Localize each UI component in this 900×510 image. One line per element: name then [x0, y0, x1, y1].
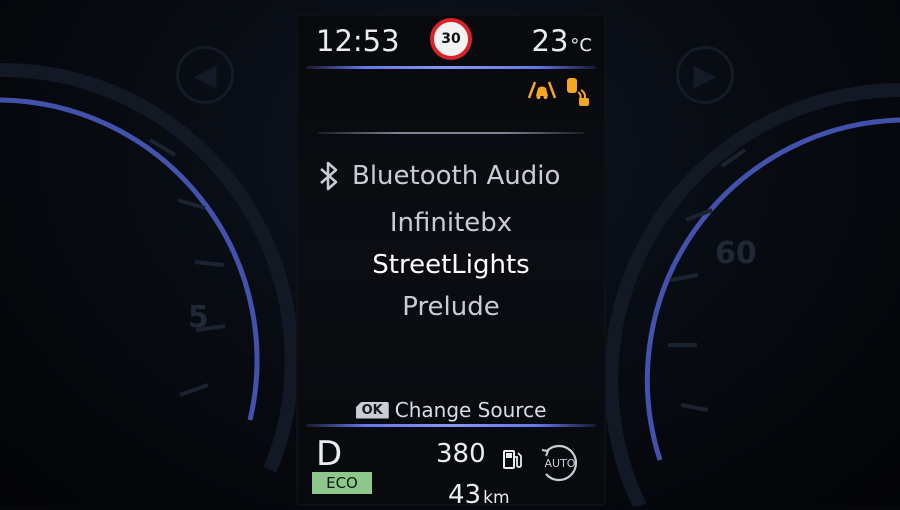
track-next: Prelude	[402, 292, 500, 322]
range-value: 380	[436, 439, 486, 469]
auto-hold-icon: AUTO	[541, 444, 577, 482]
temperature-unit: °C	[570, 35, 592, 56]
change-source-hint[interactable]: OK Change Source	[296, 398, 606, 422]
bluetooth-icon	[320, 161, 338, 191]
distance-unit: km	[483, 488, 510, 508]
auto-label: AUTO	[545, 457, 576, 470]
track-previous: Infinitebx	[389, 208, 513, 238]
status-bar: 12:53 30 23 °C	[296, 14, 606, 72]
right-arrow-icon: ▶	[676, 46, 734, 104]
speed-limit-sign: 30	[430, 18, 472, 60]
temperature-value: 23	[531, 24, 569, 58]
lane-departure-warning-icon	[527, 81, 557, 99]
eco-mode-badge: ECO	[312, 472, 372, 494]
track-current: StreetLights	[372, 250, 530, 280]
ok-button-badge[interactable]: OK	[355, 401, 389, 419]
outside-temperature: 23 °C	[532, 24, 592, 58]
left-gauge-number: 5	[188, 300, 209, 335]
bottom-divider	[306, 424, 596, 427]
audio-source-label: Bluetooth Audio	[352, 161, 561, 191]
change-source-label: Change Source	[394, 398, 547, 422]
fuel-pump-icon	[503, 450, 522, 469]
cluster-display: 12:53 30 23 °C Bluetooth Audio Infiniteb…	[296, 14, 606, 510]
right-gauge-number: 60	[715, 236, 757, 271]
driver-assist-icons	[526, 76, 592, 108]
blind-spot-warning-icon	[567, 78, 589, 106]
audio-source-header: Bluetooth Audio	[318, 160, 588, 192]
clock: 12:53	[316, 24, 400, 58]
speed-limit-value: 30	[441, 31, 461, 47]
content-divider	[318, 132, 584, 134]
left-arrow-icon: ◀	[176, 46, 234, 104]
top-divider	[306, 66, 596, 69]
gear-indicator: D	[316, 434, 343, 474]
